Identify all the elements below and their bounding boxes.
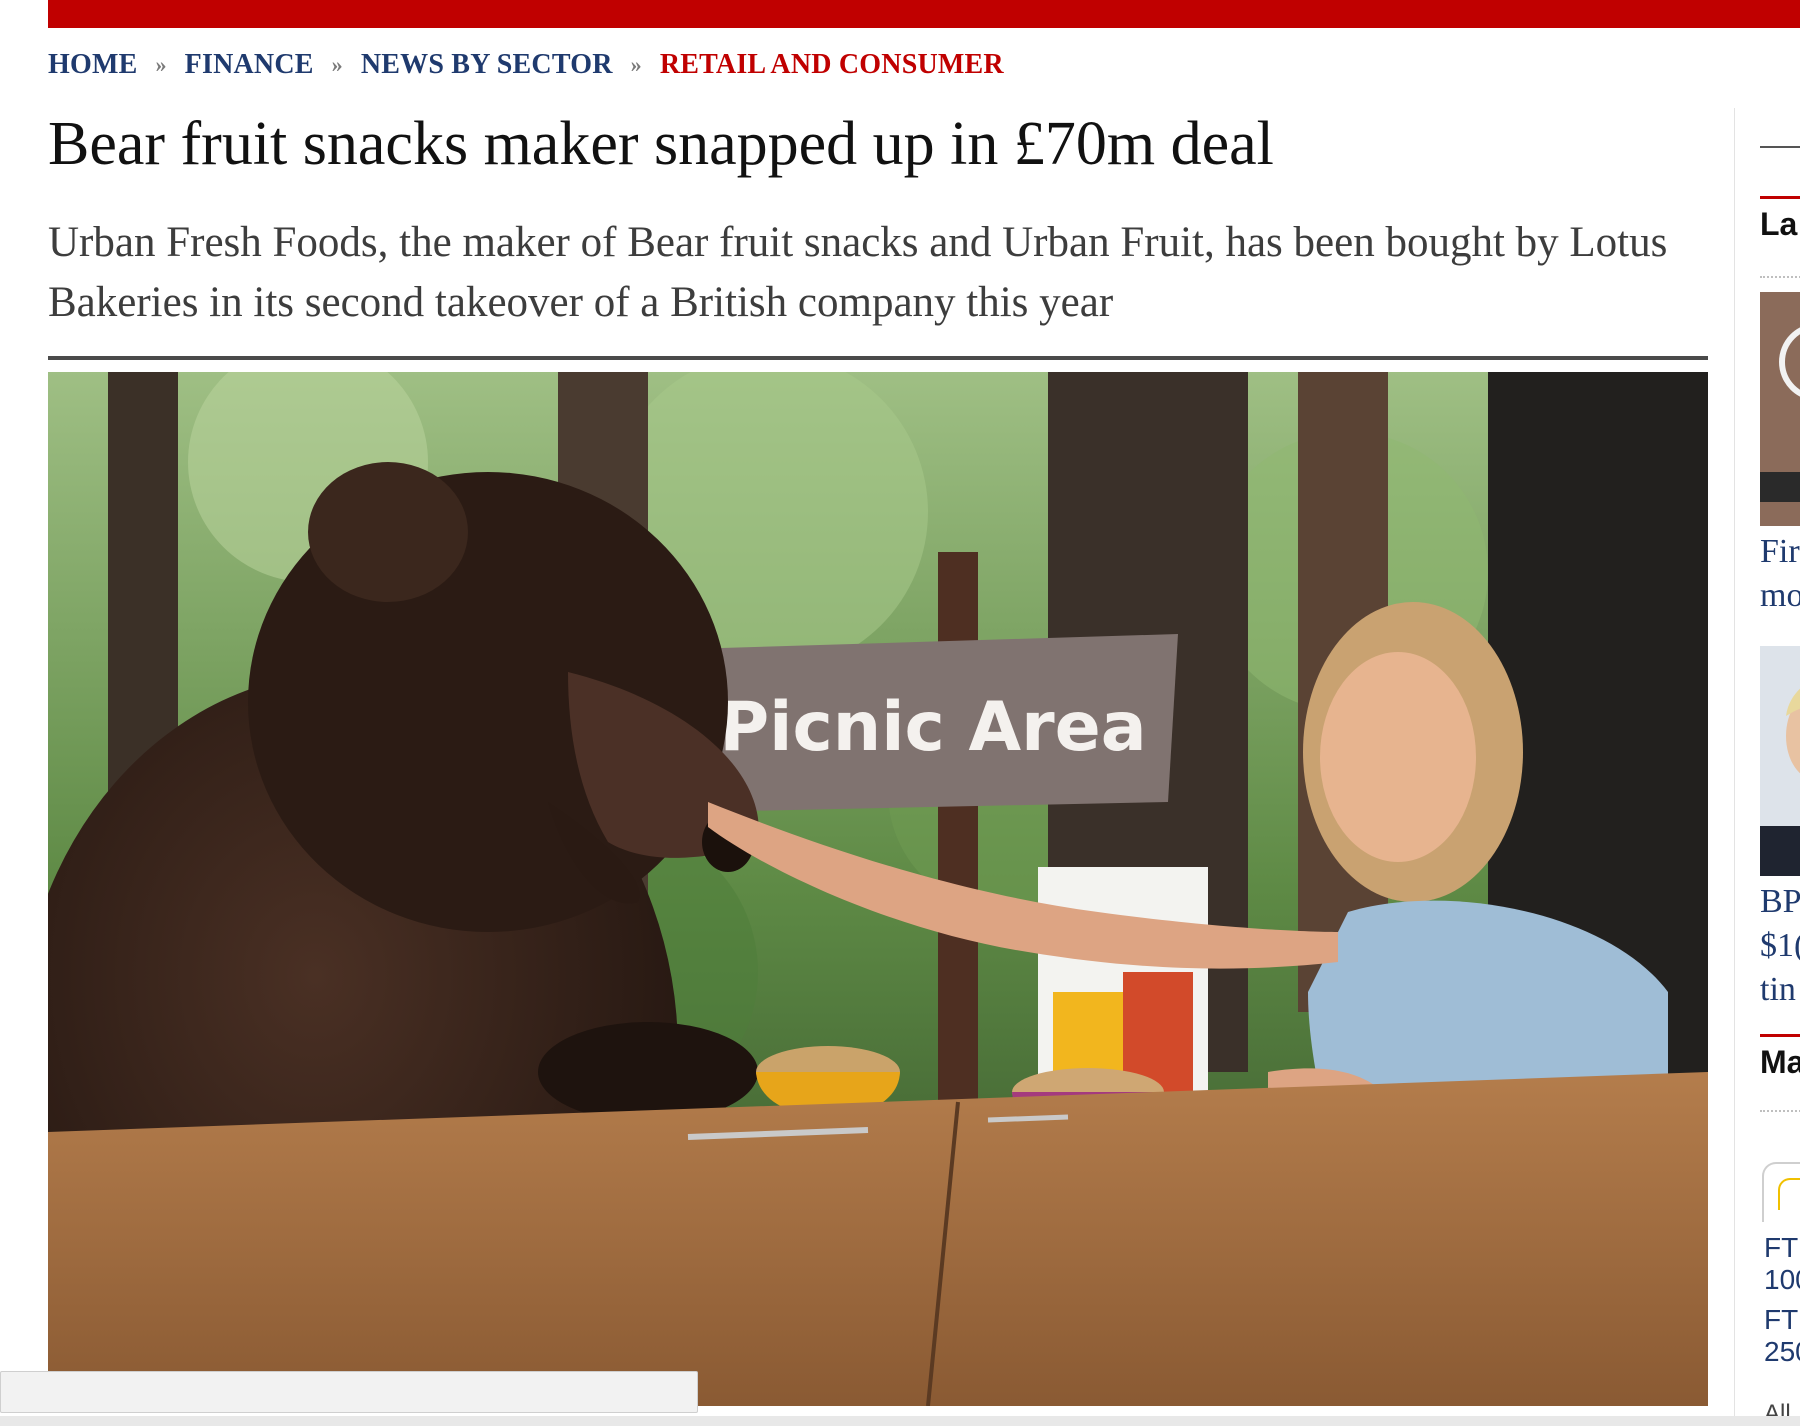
headline-divider <box>48 356 1708 360</box>
market-ftse100-label[interactable]: FT <box>1764 1232 1798 1264</box>
markets-tab[interactable] <box>1762 1162 1800 1222</box>
latest-news-heading: La <box>1760 206 1798 242</box>
latest-story-link-1-line-1[interactable]: Fir <box>1760 530 1800 574</box>
market-ftse100-value[interactable]: 100 <box>1764 1264 1800 1296</box>
market-ftse250-value[interactable]: 250 <box>1764 1336 1800 1368</box>
sidebar-red-rule <box>1760 1034 1800 1037</box>
sidebar-dotted-divider <box>1760 276 1800 278</box>
markets-heading: Ma <box>1760 1044 1800 1080</box>
sidebar-dotted-divider <box>1760 1110 1800 1112</box>
breadcrumb-separator: » <box>331 52 343 77</box>
breadcrumb-finance[interactable]: FINANCE <box>185 49 314 81</box>
article-lead-image[interactable]: Picnic Area <box>48 372 1708 1406</box>
market-ftse250-label[interactable]: FT <box>1764 1304 1798 1336</box>
breadcrumb-separator: » <box>155 52 167 77</box>
article-headline: Bear fruit snacks maker snapped up in £7… <box>48 110 1274 178</box>
breadcrumb-retail-and-consumer[interactable]: RETAIL AND CONSUMER <box>660 49 1004 81</box>
breadcrumb: HOME » FINANCE » NEWS BY SECTOR » RETAIL… <box>48 48 1004 82</box>
latest-story-link-2-line-1[interactable]: BP <box>1760 880 1800 924</box>
breadcrumb-home[interactable]: HOME <box>48 49 137 81</box>
sidebar: La Fir mo BP $1( tin Ma FT 100 FT 250 Al… <box>1736 100 1800 1426</box>
latest-story-link-2-line-3[interactable]: tin <box>1760 968 1796 1012</box>
sidebar-top-rule <box>1760 146 1800 148</box>
sidebar-divider <box>1734 108 1735 1418</box>
latest-story-thumbnail-2[interactable] <box>1760 646 1800 876</box>
latest-story-thumbnail-1[interactable] <box>1760 292 1800 526</box>
breadcrumb-separator: » <box>630 52 642 77</box>
window-bottom-edge <box>0 1416 1800 1426</box>
markets-tab-highlight <box>1778 1178 1800 1210</box>
horizontal-scrollbar[interactable] <box>0 1371 698 1413</box>
article-standfirst: Urban Fresh Foods, the maker of Bear fru… <box>48 219 1668 326</box>
latest-story-link-2-line-2[interactable]: $1( <box>1760 924 1800 968</box>
latest-story-link-1-line-2[interactable]: mo <box>1760 574 1800 618</box>
sign-text: Picnic Area <box>719 688 1146 767</box>
sidebar-red-rule <box>1760 196 1800 199</box>
masthead-red-bar <box>48 0 1800 28</box>
breadcrumb-news-by-sector[interactable]: NEWS BY SECTOR <box>361 49 613 81</box>
